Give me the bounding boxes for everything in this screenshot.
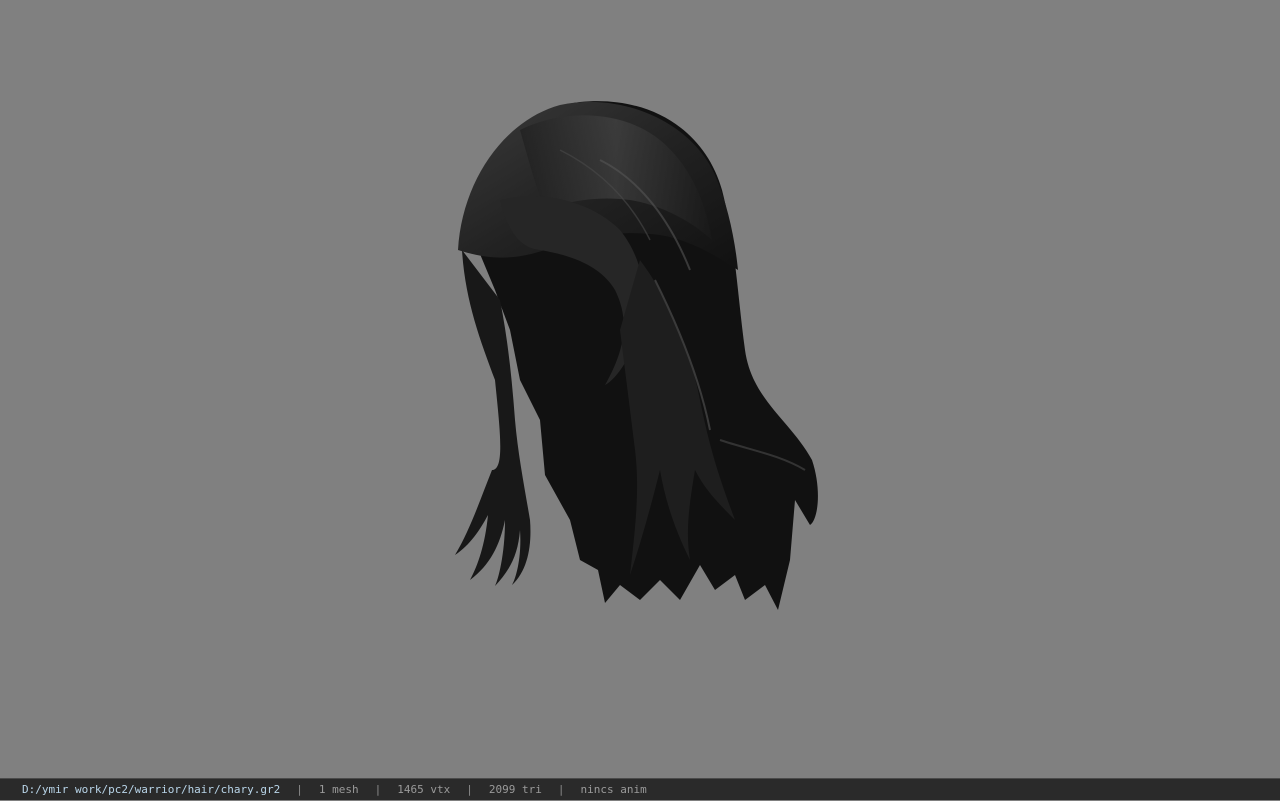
separator: | (466, 782, 473, 796)
file-path: D:/ymir work/pc2/warrior/hair/chary.gr2 (22, 782, 281, 796)
mesh-count: 1 mesh (318, 782, 359, 796)
vertex-count: 1465 vtx (397, 782, 451, 796)
3d-viewport[interactable] (0, 0, 1280, 778)
triangle-count: 2099 tri (488, 782, 542, 796)
separator: | (374, 782, 382, 796)
status-bar: D:/ymir work/pc2/warrior/hair/chary.gr2 … (0, 778, 1280, 800)
separator: | (557, 782, 565, 796)
hair-model-icon (455, 101, 818, 611)
animation-status: nincs anim (580, 782, 647, 796)
separator: | (296, 782, 303, 796)
